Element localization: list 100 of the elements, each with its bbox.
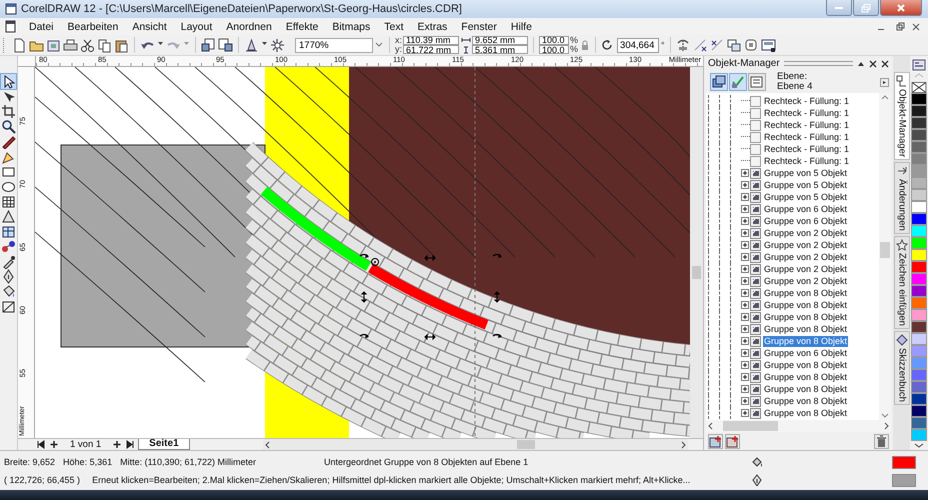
y-position-field[interactable]: 61.722 mm [403,45,460,54]
color-swatch[interactable] [911,237,927,249]
tree-item[interactable]: Gruppe von 2 Objekt [763,264,848,274]
skew-handle[interactable] [424,334,436,340]
menu-item[interactable]: Fenster [454,20,504,32]
layer-props-icon[interactable] [748,73,766,91]
tree-item[interactable]: Gruppe von 2 Objekt [763,252,848,262]
tree-item[interactable]: Rechteck - Füllung: 1 [763,132,850,142]
color-swatch[interactable] [911,141,927,153]
close-button[interactable] [880,0,922,16]
close-icon[interactable] [869,60,877,68]
color-swatch[interactable] [911,201,927,213]
expand-icon[interactable] [741,300,750,310]
color-swatch[interactable] [911,405,927,417]
menu-item[interactable]: Datei [22,20,61,32]
color-swatch[interactable] [911,297,927,309]
shape-tool-icon[interactable] [1,89,16,104]
rotate-handle[interactable] [360,334,369,338]
rotation-field[interactable]: 304,664 [617,38,660,52]
color-swatch[interactable] [911,213,927,225]
color-swatch[interactable] [911,381,927,393]
scale-field[interactable]: 100.0 [539,45,570,54]
close-icon[interactable] [881,60,889,68]
menu-item[interactable]: Layout [174,20,220,32]
color-swatch[interactable] [911,417,927,429]
expand-icon[interactable] [741,276,750,286]
pointer-icon[interactable] [1,74,16,89]
tree-item[interactable]: Gruppe von 8 Objekt [763,384,848,394]
first-page-icon[interactable] [36,439,46,450]
copy-icon[interactable] [97,38,112,52]
scrollbar[interactable] [706,420,891,432]
restore-icon[interactable] [895,22,905,32]
scrollbar[interactable] [690,67,703,438]
expand-icon[interactable] [741,360,750,370]
page-tab[interactable]: Seite1 [138,439,190,450]
tree-item[interactable]: Gruppe von 5 Objekt [763,180,848,190]
menu-item[interactable]: Anordnen [219,20,279,32]
color-swatch[interactable] [911,249,927,261]
expand-icon[interactable] [741,204,750,214]
menu-item[interactable]: Text [377,20,411,32]
collapse-icon[interactable] [857,60,865,68]
color-swatch[interactable] [911,309,927,321]
pen-nib-icon[interactable] [1,269,16,284]
tree-item[interactable]: Gruppe von 8 Objekt [763,312,848,322]
expand-icon[interactable] [741,312,750,322]
color-swatch[interactable] [911,117,927,129]
options-icon[interactable] [270,38,285,52]
color-swatch[interactable] [911,93,927,105]
tree-item[interactable]: Rechteck - Füllung: 1 [763,144,850,154]
height-field[interactable]: 5.361 mm [472,45,528,54]
trash-icon[interactable] [874,434,889,448]
color-swatch[interactable] [911,129,927,141]
menu-item[interactable]: Effekte [278,20,326,32]
scrollbar[interactable] [879,93,891,420]
color-swatch[interactable] [911,177,927,189]
expand-icon[interactable] [741,252,750,262]
color-swatch[interactable] [911,357,927,369]
expand-icon[interactable] [741,372,750,382]
docker-tab[interactable]: Änderungen [894,162,910,234]
tree-item[interactable]: Rechteck - Füllung: 1 [763,120,850,130]
new-document-icon[interactable] [12,38,27,52]
scrollbar[interactable] [262,439,688,450]
scissors-icon[interactable] [80,38,95,52]
color-swatch[interactable] [911,321,927,333]
color-swatch[interactable] [911,285,927,297]
docker-tab[interactable]: Objekt-Manager [894,72,910,160]
expand-icon[interactable] [741,180,750,190]
skew-handle[interactable] [494,292,500,302]
grid-icon[interactable] [1,194,16,209]
color-swatch[interactable] [911,393,927,405]
export-icon[interactable] [218,38,233,52]
color-swatch[interactable] [911,165,927,177]
print-icon[interactable] [63,38,78,52]
expand-icon[interactable] [741,288,750,298]
menu-item[interactable]: Bearbeiten [60,20,126,32]
ellipse-icon[interactable] [1,179,16,194]
tree-item[interactable]: Gruppe von 8 Objekt [763,324,848,334]
expand-icon[interactable] [741,264,750,274]
palette-menu-icon[interactable] [912,59,926,71]
skew-handle[interactable] [360,292,366,302]
tree-item[interactable]: Gruppe von 5 Objekt [763,168,848,178]
rotate-handle[interactable] [360,254,369,258]
layers-icon[interactable] [710,73,728,91]
restore-button[interactable] [853,0,879,16]
tree-item[interactable]: Rechteck - Füllung: 1 [763,156,850,166]
color-swatch[interactable] [911,273,927,285]
triangle-icon[interactable] [1,209,16,224]
color-swatch[interactable] [911,153,927,165]
eyedropper-icon[interactable] [1,254,16,269]
zoom-field[interactable]: 1770% [295,38,373,52]
add-page-icon[interactable] [49,439,59,450]
close-icon[interactable] [911,22,921,32]
menu-item[interactable]: Hilfe [504,20,539,32]
tree-item[interactable]: Gruppe von 6 Objekt [763,216,848,226]
scrollbar-thumb[interactable] [880,242,890,258]
scale-field[interactable]: 100.0 [539,36,570,45]
rotate-handle[interactable] [492,334,502,338]
skew-handle[interactable] [424,254,436,260]
tree-item[interactable]: Gruppe von 2 Objekt [763,240,848,250]
expand-icon[interactable] [741,408,750,418]
